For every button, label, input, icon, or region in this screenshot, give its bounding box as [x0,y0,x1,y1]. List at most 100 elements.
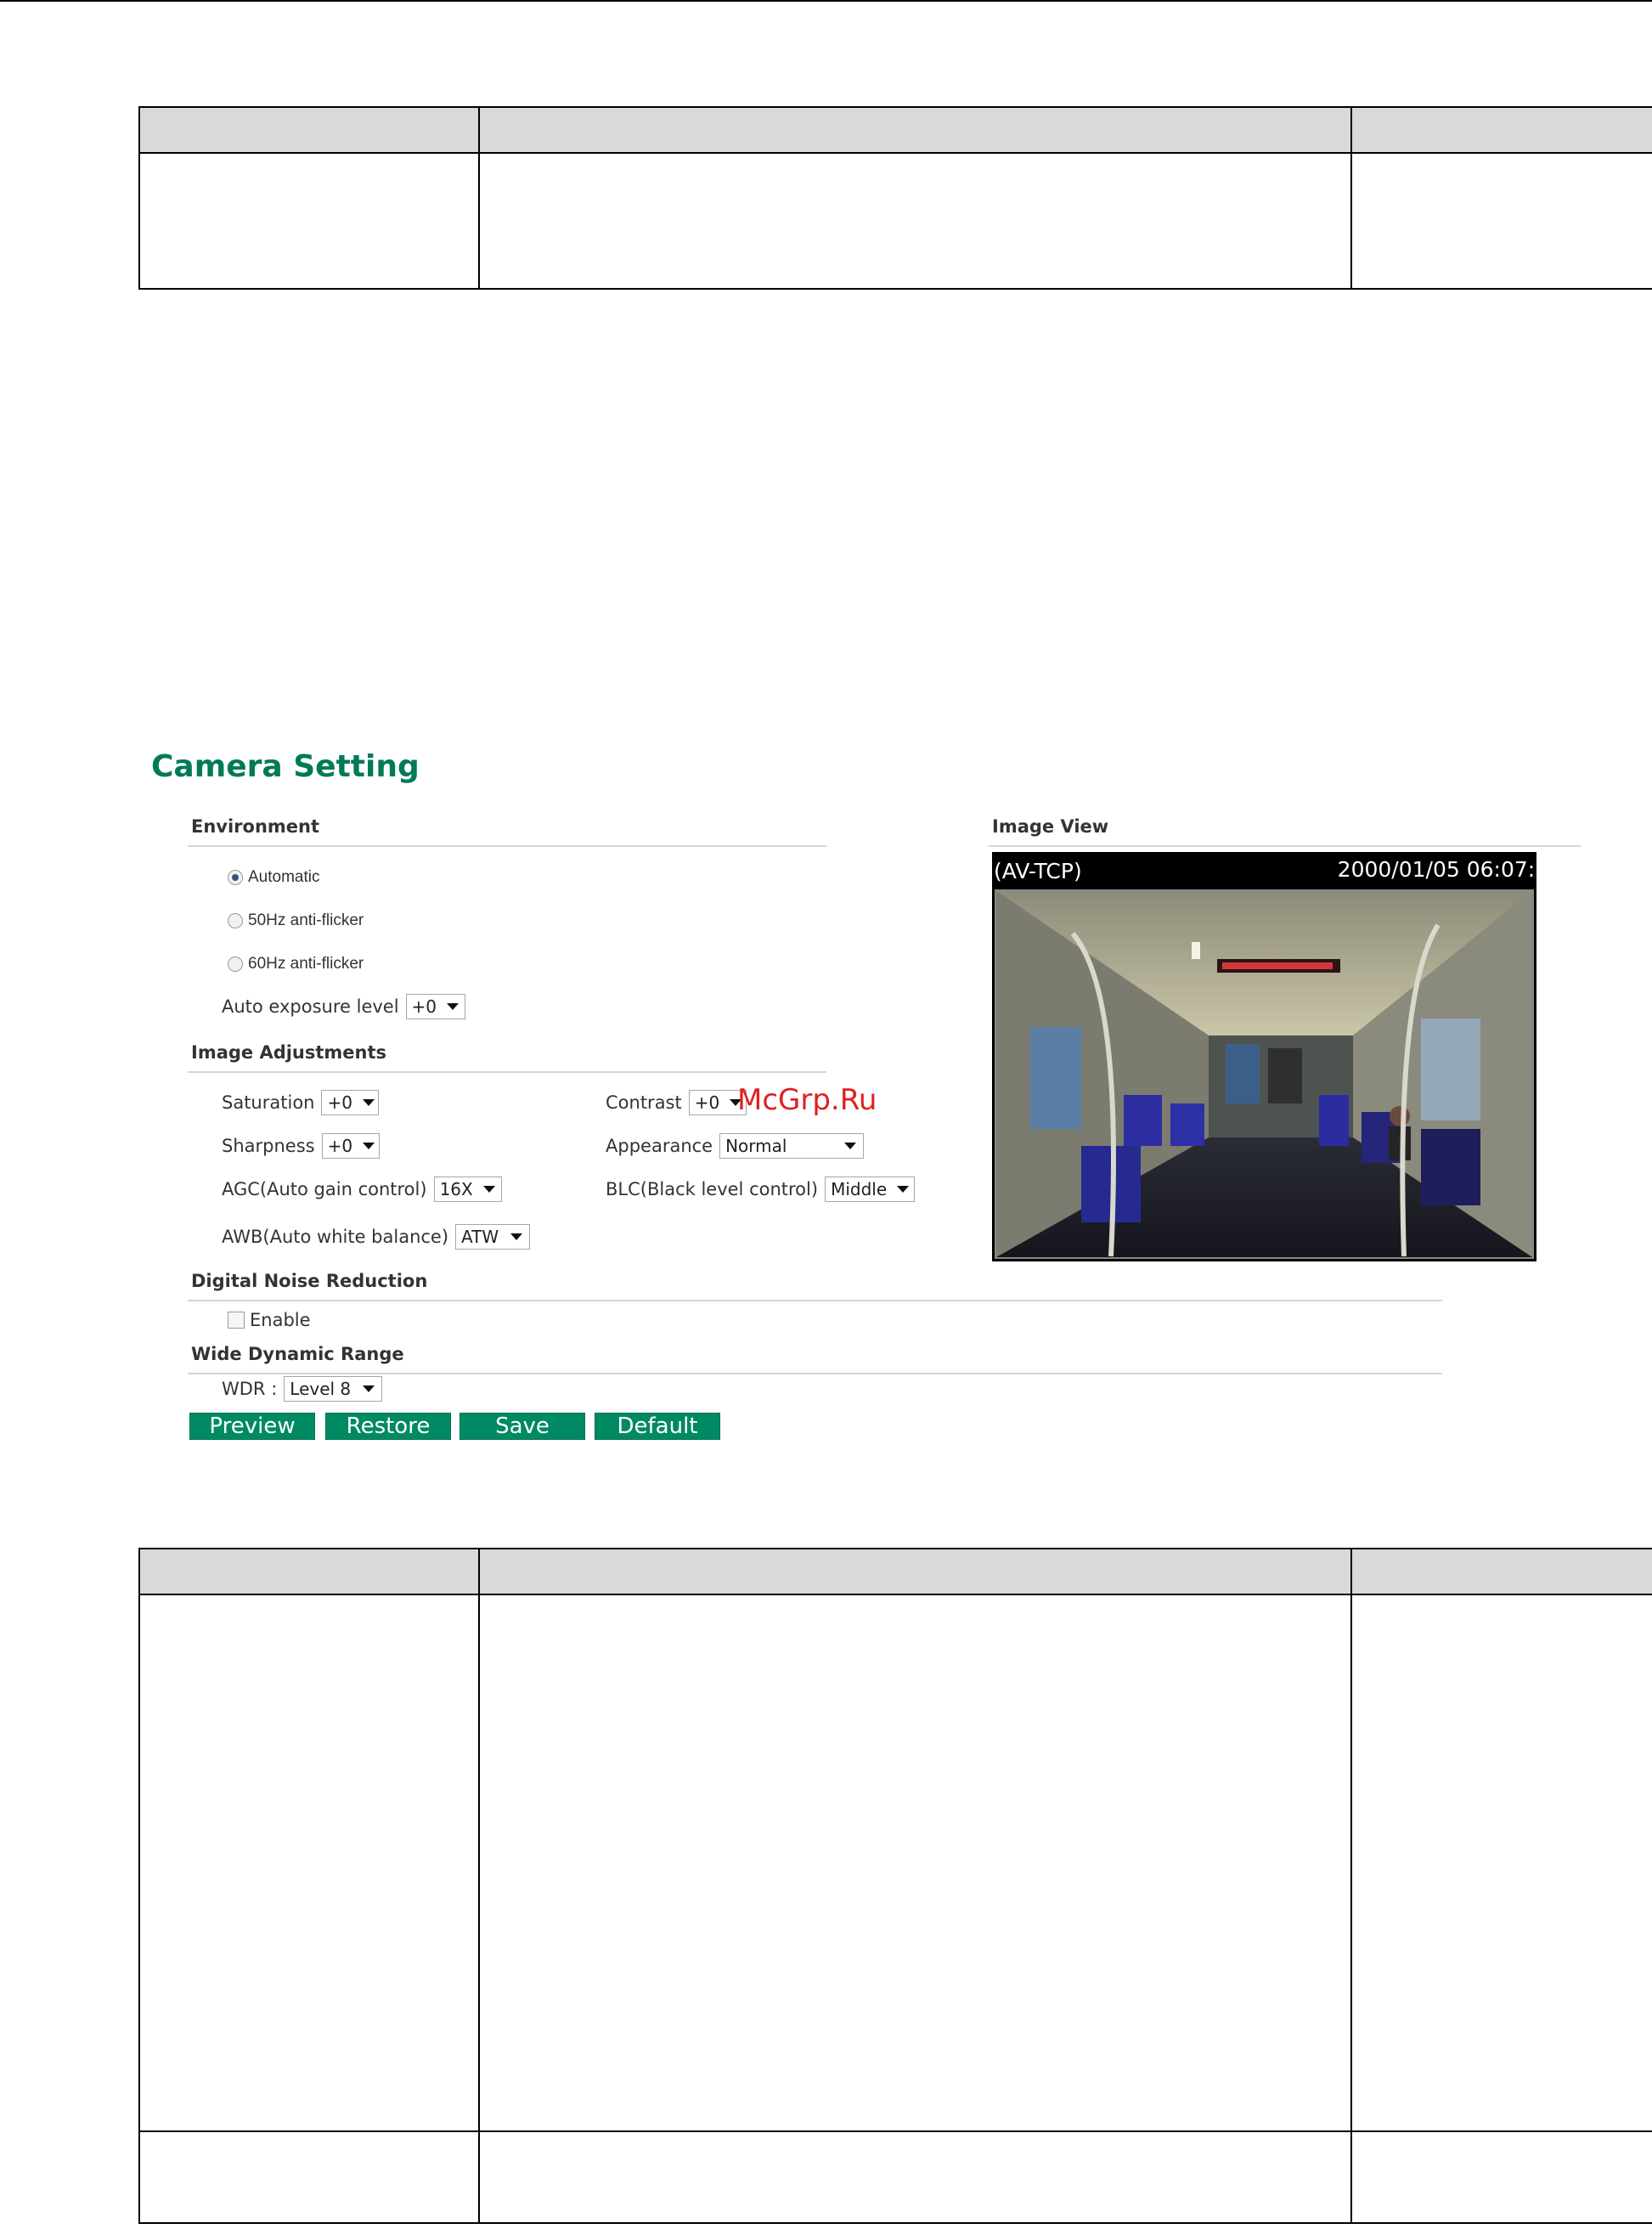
radio-50hz[interactable]: 50Hz anti-flicker [228,911,364,930]
stream-label: (AV-TCP) [994,859,1082,883]
table-cell [478,2130,1352,2224]
select-value: 16X [439,1179,473,1199]
select-value: +0 [327,1136,353,1156]
train-interior-image [996,891,1532,1257]
agc-label: AGC(Auto gain control) [222,1179,427,1199]
dnr-rule [188,1300,1442,1301]
auto-exposure-select[interactable]: +0 [405,994,465,1019]
select-value: Normal [725,1136,787,1156]
sharpness-field: Sharpness +0 [222,1133,380,1159]
awb-field: AWB(Auto white balance) ATW [222,1224,531,1250]
chevron-down-icon [363,1143,375,1149]
page-top-rule [0,0,1652,2]
table-header-cell [138,106,480,154]
agc-select[interactable]: 16X [433,1177,502,1202]
dnr-enable-label: Enable [250,1310,311,1330]
table-cell [138,2130,480,2224]
wdr-select[interactable]: Level 8 [284,1376,383,1402]
blc-select[interactable]: Middle [825,1177,916,1202]
agc-field: AGC(Auto gain control) 16X [222,1177,502,1202]
table-cell [1350,152,1652,290]
appearance-field: Appearance Normal [606,1133,865,1159]
doc-table-top [138,106,1652,290]
radio-button-icon[interactable] [228,956,243,972]
chevron-down-icon [844,1143,857,1149]
image-adjustments-heading: Image Adjustments [191,1042,387,1063]
table-header-cell [478,1548,1352,1595]
page-title: Camera Setting [151,749,420,784]
radio-button-checked-icon[interactable] [228,870,243,885]
select-value: +0 [694,1092,720,1113]
image-overlay-bar: (AV-TCP) 2000/01/05 06:07:34 [992,852,1536,887]
restore-button[interactable]: Restore [325,1413,451,1440]
environment-rule [188,845,826,847]
table-cell [138,1594,480,2132]
table-cell [478,1594,1352,2132]
dnr-enable-field[interactable]: Enable [228,1310,311,1330]
radio-60hz[interactable]: 60Hz anti-flicker [228,955,364,973]
image-view-heading: Image View [992,816,1109,837]
select-value: Level 8 [290,1379,352,1399]
image-adjustments-rule [188,1071,826,1073]
timestamp: 2000/01/05 06:07:34 [1337,857,1536,882]
wdr-label: WDR : [222,1379,278,1399]
table-row [138,1594,1652,2132]
image-view-rule [989,845,1581,847]
awb-label: AWB(Auto white balance) [222,1227,449,1247]
select-value: +0 [327,1092,352,1113]
contrast-field: Contrast +0 [606,1090,747,1115]
contrast-label: Contrast [606,1092,682,1113]
table-header-cell [478,106,1352,154]
table-cell [1350,2130,1652,2224]
watermark-text: McGrp.Ru [737,1083,877,1117]
chevron-down-icon [482,1186,495,1193]
table-header-cell [1350,1548,1652,1595]
camera-image-view: (AV-TCP) 2000/01/05 06:07:34 [992,852,1536,1261]
chevron-down-icon [363,1385,375,1392]
select-value: ATW [461,1227,499,1247]
auto-exposure-field: Auto exposure level +0 [222,994,465,1019]
radio-label: Automatic [248,868,320,886]
preview-button[interactable]: Preview [189,1413,315,1440]
chevron-down-icon [447,1003,460,1010]
blc-label: BLC(Black level control) [606,1179,819,1199]
dnr-heading: Digital Noise Reduction [191,1271,428,1291]
table-row [138,152,1652,290]
doc-table-bottom [138,1548,1652,2224]
saturation-label: Saturation [222,1092,315,1113]
table-header-cell [138,1548,480,1595]
awb-select[interactable]: ATW [455,1224,531,1250]
table-cell [138,152,480,290]
table-cell [478,152,1352,290]
blc-field: BLC(Black level control) Middle [606,1177,916,1202]
wdr-heading: Wide Dynamic Range [191,1344,404,1364]
table-header-cell [1350,106,1652,154]
radio-label: 50Hz anti-flicker [248,911,364,929]
save-button[interactable]: Save [460,1413,585,1440]
select-value: Middle [831,1179,888,1199]
environment-heading: Environment [191,816,320,837]
table-header-row [138,106,1652,154]
radio-automatic[interactable]: Automatic [228,868,319,887]
table-row [138,2130,1652,2224]
appearance-select[interactable]: Normal [719,1133,865,1159]
radio-button-icon[interactable] [228,913,243,928]
wdr-rule [188,1373,1442,1374]
appearance-label: Appearance [606,1136,713,1156]
chevron-down-icon [362,1099,375,1106]
table-header-row [138,1548,1652,1595]
camera-snapshot-image [995,889,1534,1259]
saturation-select[interactable]: +0 [321,1090,380,1115]
default-button[interactable]: Default [595,1413,720,1440]
checkbox-icon[interactable] [228,1312,245,1329]
auto-exposure-label: Auto exposure level [222,996,399,1017]
sharpness-select[interactable]: +0 [321,1133,380,1159]
radio-label: 60Hz anti-flicker [248,955,364,973]
chevron-down-icon [897,1186,910,1193]
saturation-field: Saturation +0 [222,1090,380,1115]
sharpness-label: Sharpness [222,1136,315,1156]
select-value: +0 [411,996,437,1017]
wdr-field: WDR : Level 8 [222,1376,383,1402]
table-cell [1350,1594,1652,2132]
chevron-down-icon [510,1233,523,1240]
